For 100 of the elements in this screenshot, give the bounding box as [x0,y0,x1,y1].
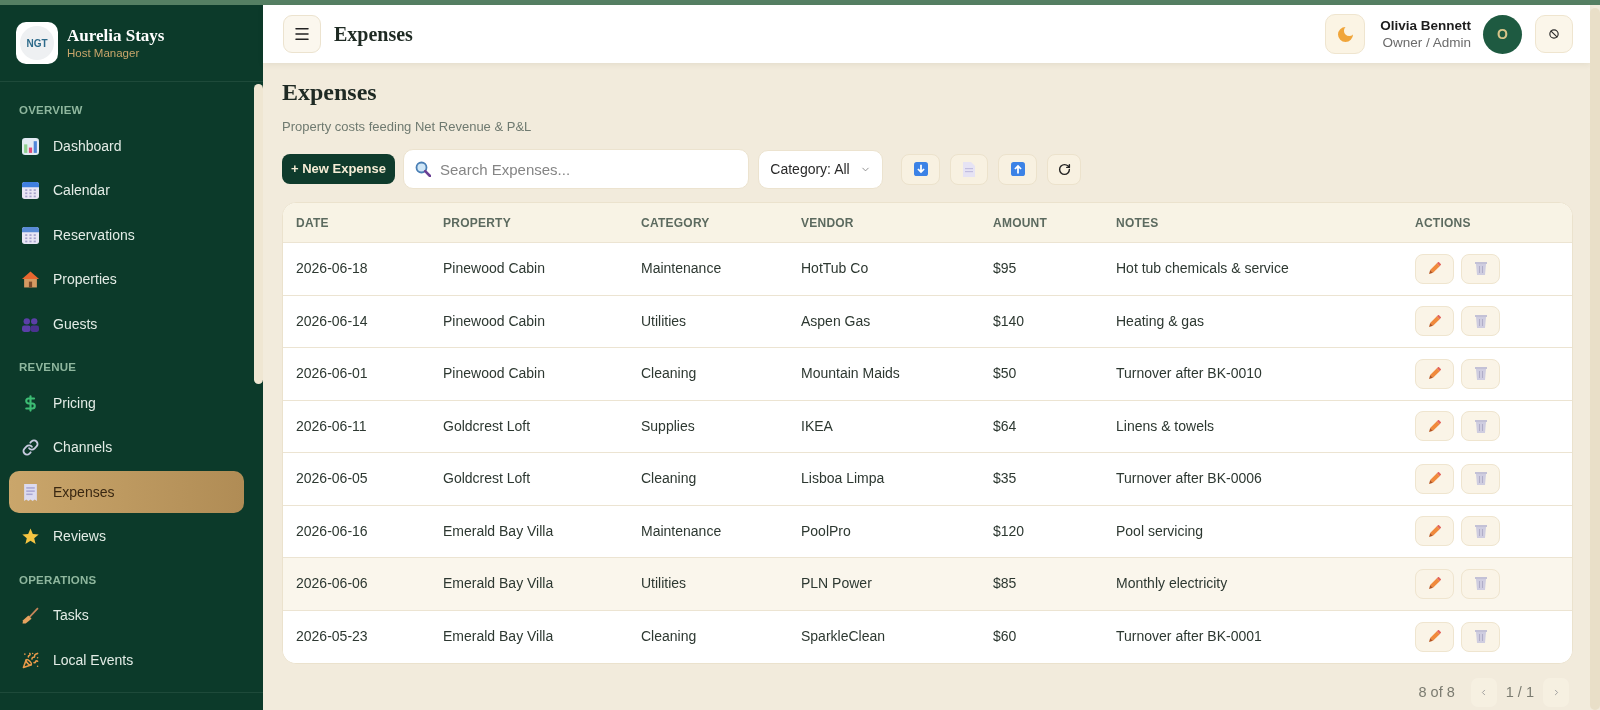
upload-icon [1010,162,1025,176]
delete-button[interactable] [1461,621,1500,652]
table-cell-text: $120 [993,521,1025,541]
calendar-icon [22,182,39,199]
table-cell-text: Lisboa Limpa [801,469,885,489]
table-cell-text: Turnover after BK-0001 [1116,627,1262,647]
table-cell-text: Goldcrest Loft [443,416,531,436]
table-cell-text: Maintenance [641,521,722,541]
refresh-icon [1057,162,1071,176]
document-icon [963,161,975,177]
table-cell-text: SparkleClean [801,627,886,647]
upload-button[interactable] [998,153,1037,185]
trash-icon [1474,524,1487,538]
table-cell-text: $85 [993,574,1017,594]
table-cell-text: Pinewood Cabin [443,259,545,279]
table-cell-text: $35 [993,469,1017,489]
table-cell-text: IKEA [801,416,833,436]
table-cell-text: Utilities [641,311,687,331]
table-cell-text: Pinewood Cabin [443,311,545,331]
nav-item[interactable]: Calendar [9,169,244,212]
section-label: REVENUE [18,360,78,375]
table-cell-text: Cleaning [641,469,697,489]
previous-page-button[interactable] [1470,678,1497,707]
delete-button[interactable] [1461,411,1500,442]
table-cell-text: Pool servicing [1116,521,1204,541]
table-cell-text: Linens & towels [1116,416,1215,436]
trash-icon [1474,314,1487,328]
table-cell-text: 2026-06-06 [296,574,368,594]
edit-button[interactable] [1415,463,1454,494]
table-cell-text: Aspen Gas [801,311,871,331]
table-cell-text: Emerald Bay Villa [443,627,554,647]
table-cell-text: 2026-06-01 [296,364,368,384]
column-header: ACTIONS [1415,214,1471,232]
nav-item[interactable]: Properties [9,258,244,301]
no-entry-icon [1549,29,1559,39]
edit-button[interactable] [1415,516,1454,547]
scrollbar-thumb[interactable] [254,84,263,384]
table-cell-text: $64 [993,416,1017,436]
column-header: AMOUNT [993,214,1048,232]
edit-button[interactable] [1415,358,1454,389]
people-icon [22,315,39,333]
document-button[interactable] [950,153,988,185]
nav-item[interactable]: Channels [9,426,244,469]
delete-button[interactable] [1461,358,1500,389]
broom-icon [22,607,39,624]
page-title: Expenses [282,78,378,106]
download-icon [913,162,928,176]
result-count: 8 of 8 [1418,682,1455,702]
nav-item[interactable]: Expenses [9,471,244,513]
delete-button[interactable] [1461,463,1500,494]
table-cell-text: 2026-06-05 [296,469,368,489]
edit-button[interactable] [1415,411,1454,442]
menu-icon [293,25,311,43]
delete-button[interactable] [1461,568,1500,599]
trash-icon [1474,630,1487,644]
logout-button[interactable] [1535,15,1573,53]
download-button[interactable] [901,153,940,185]
search-icon [415,161,431,177]
nav-item[interactable]: Dashboard [9,125,244,167]
delete-button[interactable] [1461,516,1500,547]
column-header: DATE [296,214,329,232]
theme-toggle-button[interactable] [1325,14,1366,54]
table-cell-text: Turnover after BK-0010 [1116,364,1262,384]
avatar[interactable]: O [1483,14,1522,54]
table-cell-text: Emerald Bay Villa [443,521,554,541]
new-expense-button[interactable]: + New Expense [282,154,395,184]
menu-button[interactable] [283,15,321,53]
nav-item[interactable]: Pricing [9,382,244,424]
table-cell-text: 2026-06-14 [296,311,368,331]
table-cell-text: $50 [993,364,1017,384]
edit-button[interactable] [1415,306,1454,337]
party-popper-icon [22,651,39,669]
next-page-button[interactable] [1543,678,1569,707]
table-cell-text: Supplies [641,416,695,436]
table-cell-text: Hot tub chemicals & service [1116,259,1289,279]
edit-button[interactable] [1415,621,1454,652]
edit-button[interactable] [1415,568,1454,599]
scrollbar-thumb[interactable] [1590,8,1600,710]
refresh-button[interactable] [1047,153,1081,185]
category-select[interactable]: Category: All [758,149,883,189]
delete-button[interactable] [1461,306,1500,337]
trash-icon [1474,472,1487,486]
table-cell-text: 2026-06-11 [296,416,367,436]
table-cell-text: Turnover after BK-0006 [1116,469,1262,489]
edit-button[interactable] [1415,253,1454,284]
page-subtitle: Property costs feeding Net Revenue & P&L [282,118,533,136]
table-cell-text: 2026-05-23 [296,627,368,647]
search-field[interactable]: Search Expenses... [403,149,749,189]
nav-item[interactable]: Guests [9,303,244,345]
delete-button[interactable] [1461,253,1500,284]
table-cell-text: $60 [993,627,1017,647]
column-header: NOTES [1116,214,1159,232]
nav-item[interactable]: Reviews [9,515,244,558]
bar-chart-icon [22,137,39,155]
section-label: OVERVIEW [18,103,84,118]
nav-item[interactable]: Tasks [9,594,244,637]
column-header: CATEGORY [641,214,710,232]
nav-item[interactable]: Reservations [9,214,244,256]
table-cell-text: Emerald Bay Villa [443,574,554,594]
nav-item[interactable]: Local Events [9,639,244,681]
